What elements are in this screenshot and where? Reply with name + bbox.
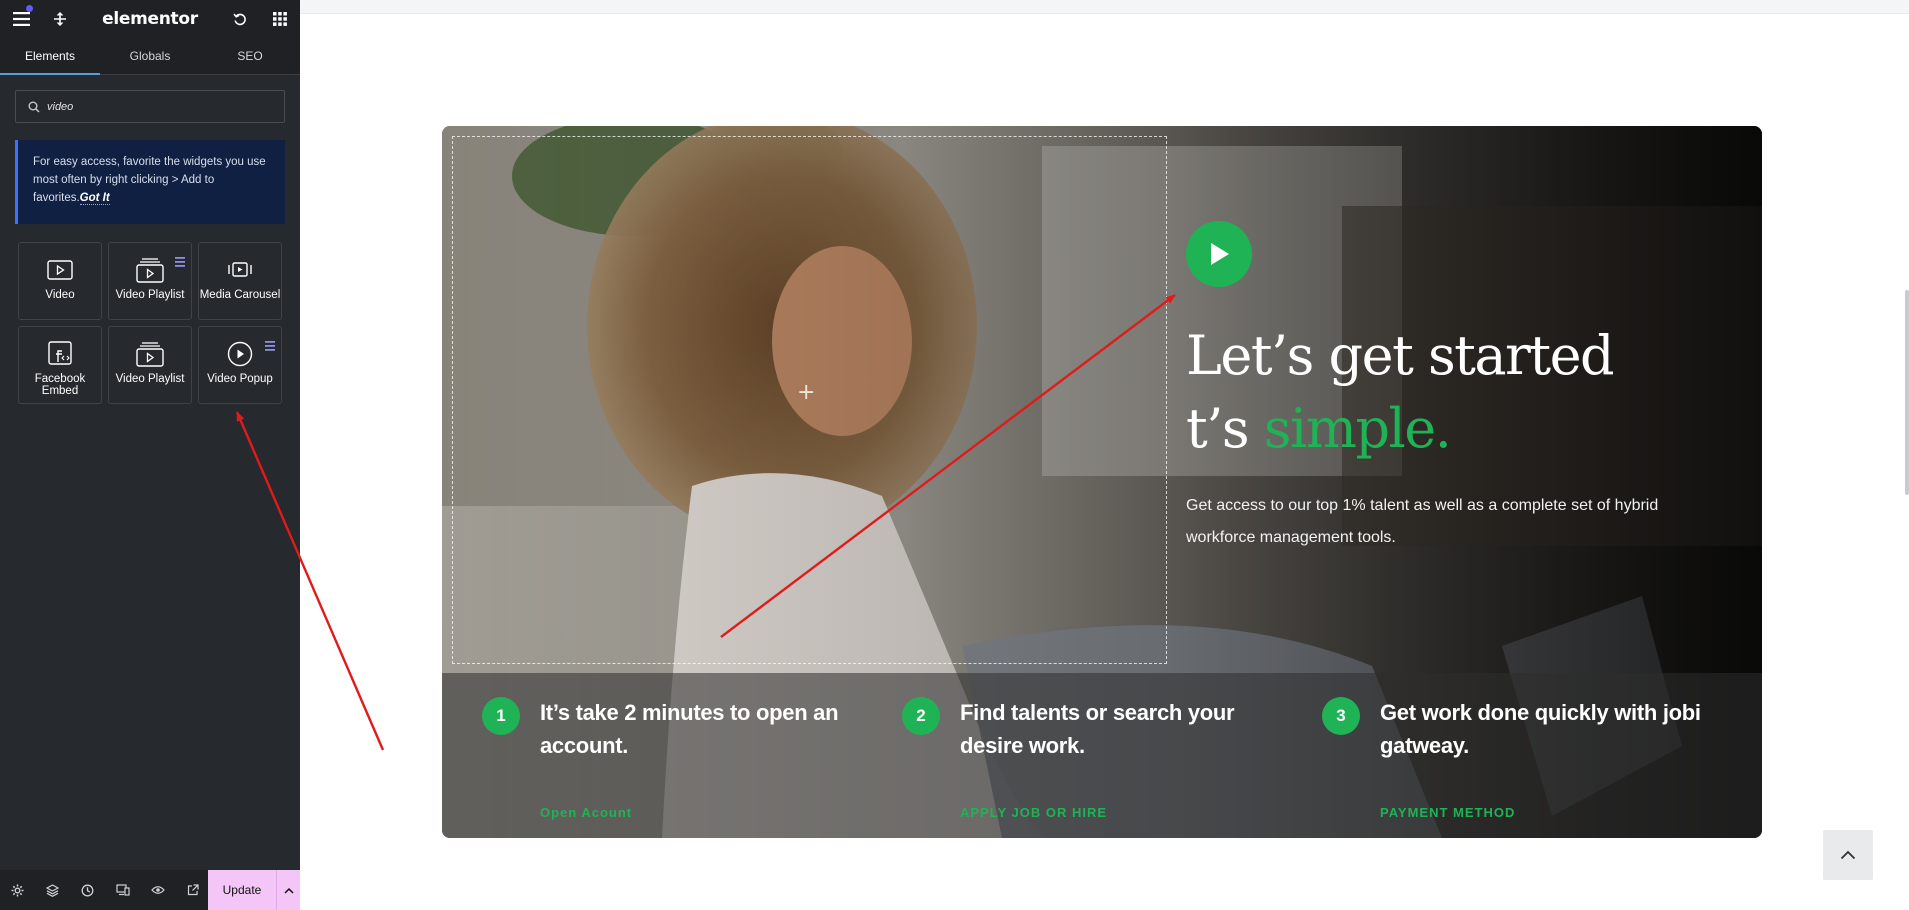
chevron-up-icon — [1840, 850, 1856, 860]
search-input[interactable] — [47, 100, 267, 113]
step-link-payment-method[interactable]: PAYMENT METHOD — [1380, 805, 1515, 820]
canvas-header-strip — [300, 0, 1909, 14]
settings-button[interactable] — [0, 870, 35, 910]
drop-plus-icon: + — [797, 380, 816, 405]
video-playlist-icon — [136, 258, 164, 283]
video-play-button[interactable] — [1186, 221, 1252, 287]
devices-icon — [115, 884, 130, 896]
widget-label: Video — [45, 289, 75, 301]
update-options-button[interactable] — [276, 870, 300, 910]
pro-badge-icon — [265, 341, 275, 351]
grid-icon — [273, 12, 287, 26]
add-element-button[interactable] — [41, 0, 79, 38]
search-icon — [28, 101, 40, 113]
widget-grid: Video Video Playlist Media Carousel Face… — [18, 242, 282, 404]
layers-icon — [46, 883, 59, 897]
widget-media-carousel[interactable]: Media Carousel — [198, 242, 282, 320]
history-button[interactable] — [221, 0, 259, 38]
facebook-embed-icon — [48, 341, 72, 365]
steps-bar: 1 It’s take 2 minutes to open an account… — [442, 673, 1762, 838]
step-title: Find talents or search your desire work. — [960, 700, 1235, 758]
widget-video-playlist-2[interactable]: Video Playlist — [108, 326, 192, 404]
headline-line-2: t’s simple. — [1186, 392, 1706, 465]
play-icon — [1211, 243, 1229, 265]
got-it-link[interactable]: Got It — [79, 192, 110, 205]
widget-label: Media Carousel — [199, 289, 281, 301]
favorites-notice: For easy access, favorite the widgets yo… — [15, 140, 285, 224]
widget-label: Facebook Embed — [34, 373, 86, 397]
navigator-button[interactable] — [35, 870, 70, 910]
headline-prefix: t’s — [1186, 397, 1264, 460]
widget-video-playlist[interactable]: Video Playlist — [108, 242, 192, 320]
plus-arrows-icon — [54, 12, 66, 26]
step-number-badge: 3 — [1322, 697, 1360, 735]
pro-badge-icon — [175, 257, 185, 267]
widget-search — [15, 90, 285, 123]
elementor-logo: elementor — [102, 9, 198, 29]
step-link-apply-job[interactable]: APPLY JOB OR HIRE — [960, 805, 1107, 820]
tab-seo[interactable]: SEO — [200, 38, 300, 74]
history-panel-button[interactable] — [70, 870, 105, 910]
hamburger-menu-button[interactable] — [2, 0, 40, 38]
responsive-mode-button[interactable] — [105, 870, 140, 910]
media-carousel-icon — [228, 262, 252, 277]
video-popup-icon — [227, 341, 253, 367]
view-page-button[interactable] — [175, 870, 210, 910]
step-title: It’s take 2 minutes to open an account. — [540, 700, 839, 758]
elementor-panel: elementor Elements Globals SEO For easy … — [0, 0, 300, 910]
widget-facebook-embed[interactable]: Facebook Embed — [18, 326, 102, 404]
back-to-top-button[interactable] — [1823, 830, 1873, 880]
chevron-up-icon — [283, 887, 294, 894]
panel-tabs: Elements Globals SEO — [0, 38, 300, 75]
widget-video-popup[interactable]: Video Popup — [198, 326, 282, 404]
step-number-badge: 2 — [902, 697, 940, 735]
hamburger-icon — [12, 12, 30, 26]
step-number-badge: 1 — [482, 697, 520, 735]
hero-subtext: Get access to our top 1% talent as well … — [1186, 497, 1659, 546]
panel-header: elementor — [0, 0, 300, 38]
preview-button[interactable] — [140, 870, 175, 910]
undo-icon — [233, 13, 246, 26]
hero-headline: Let’s get started t’s simple. — [1186, 319, 1706, 465]
panel-footer: Update — [0, 870, 300, 910]
update-button[interactable]: Update — [208, 870, 276, 910]
eye-icon — [150, 886, 165, 894]
editor-canvas: + Let’s get started t’s simple. Get acce… — [300, 0, 1909, 910]
notification-dot — [26, 5, 33, 12]
video-playlist-icon — [136, 342, 164, 367]
widget-label: Video Popup — [207, 373, 273, 385]
widget-label: Video Playlist — [115, 373, 185, 385]
widget-label: Video Playlist — [115, 289, 185, 301]
notice-text: For easy access, favorite the widgets yo… — [33, 156, 266, 204]
widget-video[interactable]: Video — [18, 242, 102, 320]
video-icon — [47, 260, 73, 280]
headline-line-1: Let’s get started — [1186, 324, 1615, 387]
headline-highlight: simple. — [1263, 397, 1452, 460]
widgets-grid-button[interactable] — [261, 0, 299, 38]
history-icon — [81, 884, 94, 896]
tab-globals[interactable]: Globals — [100, 38, 200, 74]
gear-icon — [11, 884, 24, 896]
external-link-icon — [187, 884, 199, 896]
step-title: Get work done quickly with jobi gatweay. — [1380, 700, 1701, 758]
hero-section: + Let’s get started t’s simple. Get acce… — [442, 126, 1762, 838]
tab-elements[interactable]: Elements — [0, 38, 100, 75]
canvas-scrollbar[interactable] — [1905, 290, 1909, 495]
step-link-open-account[interactable]: Open Acount — [540, 805, 632, 820]
